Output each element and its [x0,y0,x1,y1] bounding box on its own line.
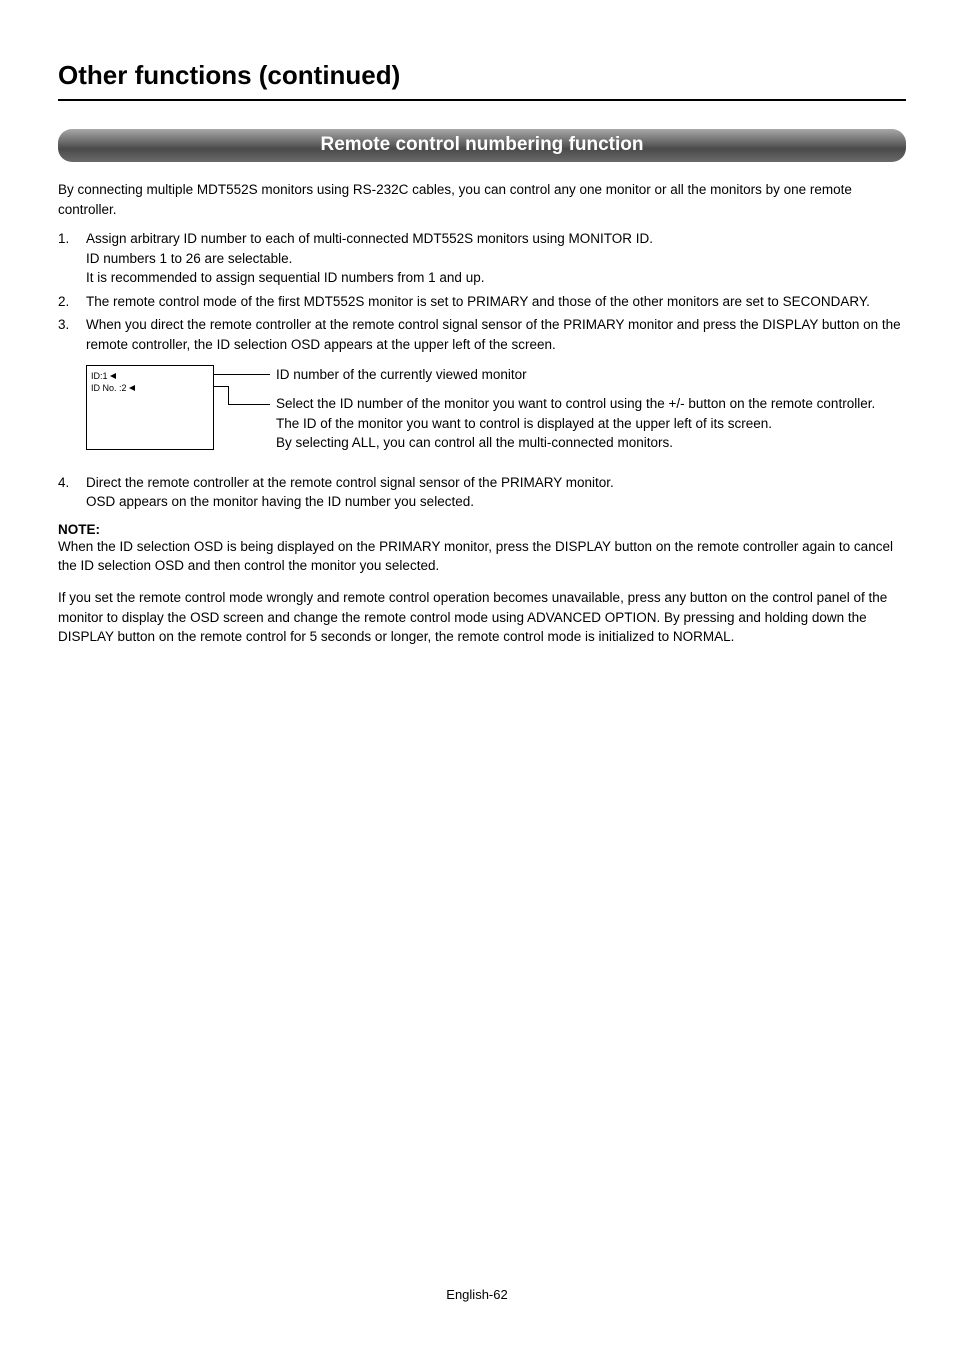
note-body-2: If you set the remote control mode wrong… [58,588,906,647]
step-1-line3: It is recommended to assign sequential I… [86,270,484,285]
step-1: 1. Assign arbitrary ID number to each of… [58,229,906,288]
osd-line-id: ID:1 [91,370,209,382]
callout-select-id: Select the ID number of the monitor you … [276,394,875,453]
arrow-left-icon [129,385,135,391]
step-2-text: The remote control mode of the first MDT… [86,294,870,309]
osd-box: ID:1 ID No. :2 [86,365,214,450]
step-1-line2: ID numbers 1 to 26 are selectable. [86,251,292,266]
intro-paragraph: By connecting multiple MDT552S monitors … [58,180,906,219]
step-3: 3. When you direct the remote controller… [58,315,906,354]
osd-diagram: ID:1 ID No. :2 ID number of the currentl… [86,365,906,453]
callout-select-l3: By selecting ALL, you can control all th… [276,435,673,450]
step-1-line1: Assign arbitrary ID number to each of mu… [86,231,653,246]
step-3-number: 3. [58,315,69,335]
note-body-1: When the ID selection OSD is being displ… [58,537,906,576]
steps-list-2: 4. Direct the remote controller at the r… [58,473,906,512]
step-4-line2: OSD appears on the monitor having the ID… [86,494,474,509]
callout-select-l1: Select the ID number of the monitor you … [276,396,875,411]
step-4-line1: Direct the remote controller at the remo… [86,475,614,490]
osd-id-label: ID:1 [91,371,108,381]
step-4: 4. Direct the remote controller at the r… [58,473,906,512]
diagram-callouts: ID number of the currently viewed monito… [270,365,875,453]
page-title: Other functions (continued) [58,60,906,91]
step-3-text: When you direct the remote controller at… [86,317,901,352]
arrow-left-icon [110,373,116,379]
step-4-number: 4. [58,473,69,493]
section-banner: Remote control numbering function [58,129,906,162]
step-1-number: 1. [58,229,69,249]
step-2: 2. The remote control mode of the first … [58,292,906,312]
page-number: English-62 [0,1287,954,1302]
callout-id-number: ID number of the currently viewed monito… [276,365,875,385]
title-rule [58,99,906,101]
connector-lines [214,365,270,450]
osd-line-idno: ID No. :2 [91,382,209,394]
steps-list: 1. Assign arbitrary ID number to each of… [58,229,906,354]
osd-idno-label: ID No. :2 [91,383,127,393]
note-label: NOTE: [58,522,906,537]
step-2-number: 2. [58,292,69,312]
callout-select-l2: The ID of the monitor you want to contro… [276,416,772,431]
